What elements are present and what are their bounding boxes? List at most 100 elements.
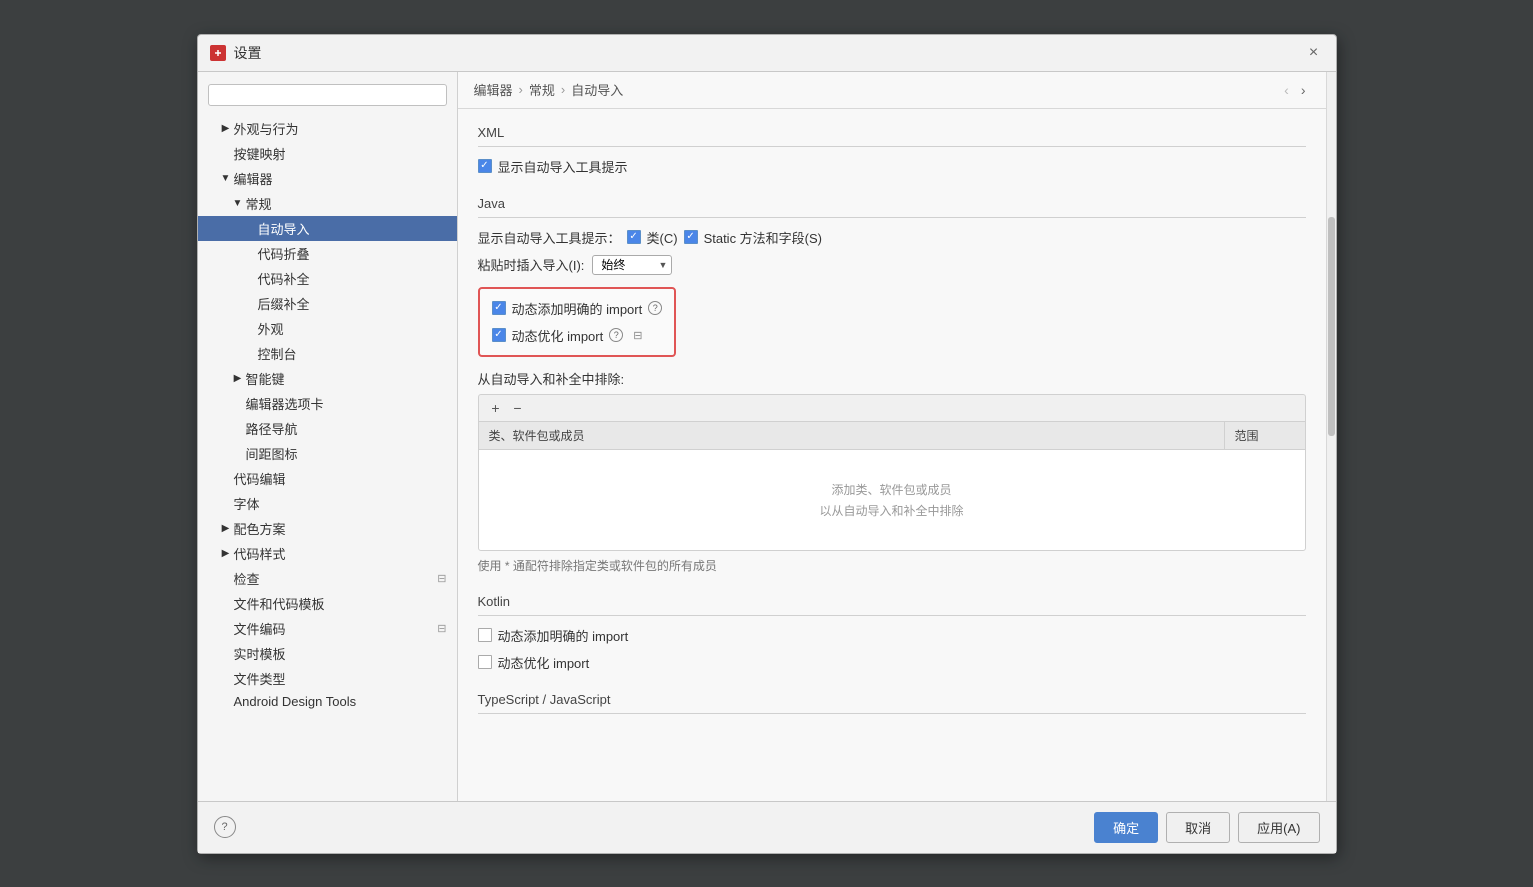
sidebar-item-appearance[interactable]: ▶外观与行为 xyxy=(198,116,457,141)
dialog-body: ▶外观与行为按键映射▼编辑器▼常规自动导入代码折叠代码补全后缀补全外观控制台▶智… xyxy=(198,72,1336,801)
sidebar-label-smart-keys: 智能键 xyxy=(246,369,447,388)
sidebar-item-code-complete[interactable]: 代码补全 xyxy=(198,266,457,291)
sidebar-item-color-scheme[interactable]: ▶配色方案 xyxy=(198,516,457,541)
java-show-tooltip-row: 显示自动导入工具提示： 类(C) Static 方法和字段(S) xyxy=(478,228,1306,247)
sidebar-item-auto-import[interactable]: 自动导入 xyxy=(198,216,457,241)
java-static-checkbox[interactable] xyxy=(684,230,698,244)
ok-button[interactable]: 确定 xyxy=(1094,812,1158,843)
search-input[interactable] xyxy=(208,84,447,106)
help-button[interactable]: ? xyxy=(214,816,236,838)
settings-dialog: 设置 × ▶外观与行为按键映射▼编辑器▼常规自动导入代码折叠代码补全后缀补全外观… xyxy=(197,34,1337,854)
java-section-header: Java xyxy=(478,196,1306,218)
sidebar-label-appearance-sub: 外观 xyxy=(258,319,447,338)
paste-select[interactable]: 始终 询问 从不 xyxy=(592,255,672,275)
sidebar-arrow-editor: ▼ xyxy=(218,173,234,184)
main-content: 编辑器 › 常规 › 自动导入 ‹ › XML xyxy=(458,72,1326,801)
kotlin-section-header: Kotlin xyxy=(478,594,1306,616)
dialog-icon xyxy=(210,45,226,61)
sidebar-label-file-types: 文件类型 xyxy=(234,669,447,688)
highlight-box: 动态添加明确的 import ? 动态优化 import ? ⊟ xyxy=(478,287,677,357)
close-button[interactable]: × xyxy=(1304,43,1324,63)
hint-text: 使用 * 通配符排除指定类或软件包的所有成员 xyxy=(478,557,1306,574)
table-empty-state: 添加类、软件包或成员 以从自动导入和补全中排除 xyxy=(479,450,1305,550)
dynamic-optimize-row: 动态优化 import ? ⊟ xyxy=(492,326,663,345)
sidebar-item-file-types[interactable]: 文件类型 xyxy=(198,666,457,691)
exclude-table: 类、软件包或成员 范围 添加类、软件包或成员 以从自动导入和补全中排除 xyxy=(478,421,1306,551)
sidebar-item-console[interactable]: 控制台 xyxy=(198,341,457,366)
sidebar-arrow-general: ▼ xyxy=(230,198,246,209)
kotlin-dynamic-optimize-checkbox[interactable] xyxy=(478,655,492,669)
sidebar-label-file-templates: 文件和代码模板 xyxy=(234,594,447,613)
xml-show-tooltip-label: 显示自动导入工具提示 xyxy=(498,157,628,176)
paste-select-wrapper: 始终 询问 从不 xyxy=(592,255,672,275)
sidebar-label-code-fold: 代码折叠 xyxy=(258,244,447,263)
breadcrumb-sep-0: › xyxy=(519,82,523,97)
breadcrumb-part-1: 常规 xyxy=(529,80,555,99)
dynamic-add-help-icon[interactable]: ? xyxy=(648,301,662,315)
kotlin-dynamic-add-label: 动态添加明确的 import xyxy=(498,626,629,645)
exclude-section: 从自动导入和补全中排除: + − 类、软件包或成员 范围 xyxy=(478,369,1306,574)
sidebar-item-file-encoding[interactable]: 文件编码⊟ xyxy=(198,616,457,641)
remove-button[interactable]: − xyxy=(509,399,527,417)
apply-button[interactable]: 应用(A) xyxy=(1238,812,1319,843)
sidebar-label-live-templates: 实时模板 xyxy=(234,644,447,663)
sidebar-item-breadcrumbs[interactable]: 路径导航 xyxy=(198,416,457,441)
breadcrumb-part-0: 编辑器 xyxy=(474,80,513,99)
sidebar-item-android-design[interactable]: Android Design Tools xyxy=(198,691,457,712)
java-static-label: Static 方法和字段(S) xyxy=(704,228,822,247)
sidebar-label-general: 常规 xyxy=(246,194,447,213)
table-col-scope: 范围 xyxy=(1225,422,1305,449)
xml-show-tooltip-checkbox[interactable] xyxy=(478,159,492,173)
sidebar-item-gutter-icons[interactable]: 间距图标 xyxy=(198,441,457,466)
dynamic-add-checkbox[interactable] xyxy=(492,301,506,315)
sidebar-arrow-color-scheme: ▶ xyxy=(218,523,234,534)
sidebar-label-editor: 编辑器 xyxy=(234,169,447,188)
xml-section: XML 显示自动导入工具提示 xyxy=(478,125,1306,176)
sidebar-item-appearance-sub[interactable]: 外观 xyxy=(198,316,457,341)
sidebar-label-appearance: 外观与行为 xyxy=(234,119,447,138)
kotlin-dynamic-add-checkbox[interactable] xyxy=(478,628,492,642)
dynamic-optimize-settings-icon[interactable]: ⊟ xyxy=(633,329,642,342)
sidebar-label-code-editing: 代码编辑 xyxy=(234,469,447,488)
nav-back-button[interactable]: ‹ xyxy=(1280,80,1293,100)
sidebar-arrow-smart-keys: ▶ xyxy=(230,373,246,384)
breadcrumb-bar: 编辑器 › 常规 › 自动导入 ‹ › xyxy=(458,72,1326,109)
dynamic-add-label: 动态添加明确的 import xyxy=(512,299,643,318)
sidebar-item-inspections[interactable]: 检查⊟ xyxy=(198,566,457,591)
sidebar-item-code-editing[interactable]: 代码编辑 xyxy=(198,466,457,491)
sidebar-icon-file-encoding: ⊟ xyxy=(437,622,446,635)
add-button[interactable]: + xyxy=(487,399,505,417)
sidebar-item-smart-keys[interactable]: ▶智能键 xyxy=(198,366,457,391)
kotlin-dynamic-add-row: 动态添加明确的 import xyxy=(478,626,1306,645)
sidebar-icon-inspections: ⊟ xyxy=(437,572,446,585)
sidebar-item-code-fold[interactable]: 代码折叠 xyxy=(198,241,457,266)
search-box xyxy=(198,78,457,112)
sidebar-item-postfix-complete[interactable]: 后缀补全 xyxy=(198,291,457,316)
sidebar-label-console: 控制台 xyxy=(258,344,447,363)
scroll-track[interactable] xyxy=(1326,72,1336,801)
java-section: Java 显示自动导入工具提示： 类(C) Static 方法和字段(S) 粘贴… xyxy=(478,196,1306,574)
add-remove-bar: + − xyxy=(478,394,1306,421)
sidebar-item-keymap[interactable]: 按键映射 xyxy=(198,141,457,166)
sidebar-item-live-templates[interactable]: 实时模板 xyxy=(198,641,457,666)
kotlin-dynamic-optimize-label: 动态优化 import xyxy=(498,653,590,672)
sidebar-label-postfix-complete: 后缀补全 xyxy=(258,294,447,313)
sidebar-item-editor-tabs[interactable]: 编辑器选项卡 xyxy=(198,391,457,416)
dialog-title: 设置 xyxy=(234,43,262,63)
java-class-checkbox[interactable] xyxy=(627,230,641,244)
sidebar-label-breadcrumbs: 路径导航 xyxy=(246,419,447,438)
sidebar-item-code-style[interactable]: ▶代码样式 xyxy=(198,541,457,566)
dialog-footer: ? 确定 取消 应用(A) xyxy=(198,801,1336,853)
sidebar-item-font[interactable]: 字体 xyxy=(198,491,457,516)
sidebar-item-general[interactable]: ▼常规 xyxy=(198,191,457,216)
sidebar-arrow-appearance: ▶ xyxy=(218,123,234,134)
sidebar-item-file-templates[interactable]: 文件和代码模板 xyxy=(198,591,457,616)
nav-forward-button[interactable]: › xyxy=(1297,80,1310,100)
dynamic-optimize-checkbox[interactable] xyxy=(492,328,506,342)
cancel-button[interactable]: 取消 xyxy=(1166,812,1230,843)
table-empty-line2: 以从自动导入和补全中排除 xyxy=(819,502,963,519)
kotlin-section: Kotlin 动态添加明确的 import 动态优化 import xyxy=(478,594,1306,672)
dynamic-optimize-help-icon[interactable]: ? xyxy=(609,328,623,342)
sidebar-label-color-scheme: 配色方案 xyxy=(234,519,447,538)
sidebar-item-editor[interactable]: ▼编辑器 xyxy=(198,166,457,191)
